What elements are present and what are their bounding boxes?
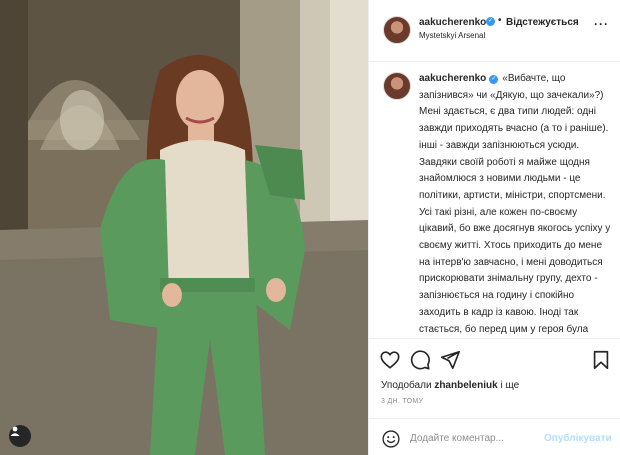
heart-icon[interactable] — [379, 349, 401, 371]
instagram-post: aakucherenko ✓ • Відстежується Mystetsky… — [0, 0, 620, 455]
caption-area: aakucherenko ✓ «Вибачте, що запізнився» чи… — [369, 62, 620, 338]
likes-prefix: Уподобали — [381, 380, 432, 391]
paper-plane-icon[interactable] — [439, 349, 461, 371]
likes-user[interactable]: zhanbeleniuk — [434, 380, 497, 391]
user-tag-icon — [10, 426, 20, 436]
follow-state-button[interactable]: Відстежується — [506, 17, 579, 28]
comment-input[interactable] — [410, 428, 540, 448]
author-avatar[interactable] — [383, 16, 411, 44]
caption: aakucherenko ✓ «Вибачте, що запізнився» чи… — [419, 71, 613, 338]
post-side-panel: aakucherenko ✓ • Відстежується Mystetsky… — [368, 0, 620, 455]
user-tag-button[interactable] — [9, 425, 31, 447]
caption-verified-badge-icon: ✓ — [489, 75, 499, 84]
caption-username[interactable]: aakucherenko — [419, 73, 486, 84]
smiley-icon[interactable] — [381, 429, 401, 449]
post-location[interactable]: Mystetskyi Arsenal — [419, 31, 485, 40]
caption-avatar[interactable] — [383, 72, 411, 100]
caption-text: «Вибачте, що запізнився» чи «Дякую, що з… — [419, 73, 611, 335]
likes-line: Уподобали zhanbeleniuk і ще — [381, 380, 519, 391]
post-timestamp[interactable]: 3 ДН. ТОМУ — [381, 398, 423, 405]
bookmark-icon[interactable] — [590, 349, 612, 371]
more-options-icon[interactable]: ··· — [594, 17, 609, 31]
separator-dot: • — [498, 15, 502, 26]
publish-comment-button[interactable]: Опублікувати — [544, 433, 612, 444]
author-username[interactable]: aakucherenko — [419, 17, 486, 28]
post-photo[interactable] — [0, 0, 368, 455]
likes-suffix[interactable]: і ще — [498, 380, 519, 391]
post-actions: Уподобали zhanbeleniuk і ще 3 ДН. ТОМУ О… — [369, 338, 620, 455]
post-header: aakucherenko ✓ • Відстежується Mystetsky… — [369, 0, 620, 62]
comment-row: Опублікувати — [369, 418, 620, 455]
post-photo-illustration — [0, 0, 368, 455]
comment-icon[interactable] — [409, 349, 431, 371]
verified-badge-icon: ✓ — [486, 17, 495, 26]
